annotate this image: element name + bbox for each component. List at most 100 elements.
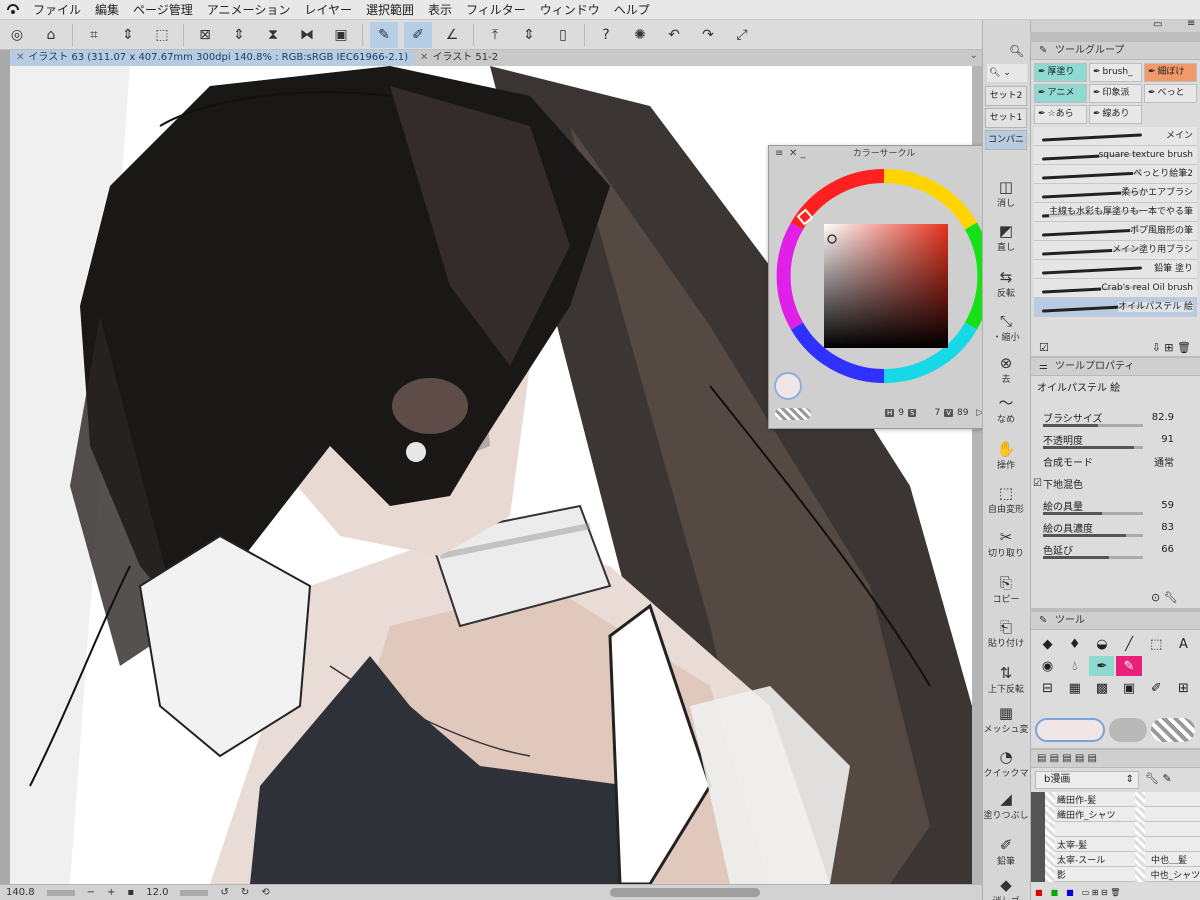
- command-10[interactable]: ⎗ 貼り付け: [983, 618, 1029, 649]
- layer-panel-tabs[interactable]: ▤ ▤ ▤ ▤ ▤: [1031, 750, 1200, 768]
- save-cloud-icon[interactable]: ⌂: [37, 22, 65, 48]
- brush-item[interactable]: Crab's real Oil brush: [1034, 279, 1197, 298]
- redo-icon[interactable]: ↷: [694, 22, 722, 48]
- duplicate-icon[interactable]: ⇩ ⊞ 🗑︎: [1152, 341, 1191, 354]
- main-color-swatch[interactable]: [1035, 718, 1105, 742]
- group-ara[interactable]: ✒ ☆あら: [1034, 105, 1087, 124]
- rotate-left-icon[interactable]: ↺: [220, 887, 228, 898]
- selection-tool-icon[interactable]: ⬚: [1144, 634, 1169, 654]
- stamp-tool-icon[interactable]: ▣: [1116, 678, 1141, 698]
- airbrush-tool-icon[interactable]: ♦: [1062, 634, 1087, 654]
- hue-ring[interactable]: [769, 164, 999, 404]
- group-line[interactable]: ✒ 線あり: [1089, 105, 1142, 124]
- property-value[interactable]: 83: [1161, 522, 1174, 533]
- pencil-tool-icon[interactable]: ✐: [1144, 678, 1169, 698]
- reset-icon[interactable]: ⊙: [1151, 591, 1160, 604]
- menu-page[interactable]: ページ管理: [126, 0, 200, 20]
- red-color-icon[interactable]: ■: [1035, 888, 1043, 900]
- group-brush[interactable]: ✒ brush_: [1089, 63, 1142, 82]
- set-tab-companion[interactable]: コンパニ: [985, 130, 1027, 150]
- angle-value[interactable]: 12.0: [146, 887, 168, 898]
- command-12[interactable]: ▦ メッシュ変: [983, 704, 1029, 735]
- device-icon[interactable]: ▭: [1153, 19, 1162, 30]
- eye-tool-icon[interactable]: ◉: [1035, 656, 1060, 676]
- zoom-in-button[interactable]: +: [107, 887, 115, 898]
- menu-filter[interactable]: フィルター: [459, 0, 533, 20]
- eraser-tool-icon[interactable]: ◆: [1035, 634, 1060, 654]
- fill-tool-icon[interactable]: ◒: [1089, 634, 1114, 654]
- command-4[interactable]: ⊗ 去: [983, 354, 1029, 385]
- transparent-color-swatch[interactable]: [775, 408, 811, 420]
- transparent-swatch[interactable]: [1151, 718, 1195, 742]
- brush-item[interactable]: 柔らかエアブラシ: [1034, 184, 1197, 203]
- mix-checkbox[interactable]: ☑: [1033, 478, 1042, 489]
- property-value[interactable]: 59: [1161, 500, 1174, 511]
- property-slider[interactable]: [1043, 446, 1143, 449]
- color-circle-titlebar[interactable]: ≡ ✕ _ カラーサークル: [769, 146, 999, 162]
- layer-row[interactable]: 太宰-スール 中也＿髪: [1031, 851, 1200, 867]
- menu-file[interactable]: ファイル: [26, 0, 88, 20]
- zoom-out-button[interactable]: −: [87, 887, 95, 898]
- menu-help[interactable]: ヘルプ: [607, 0, 657, 20]
- property-slider[interactable]: [1043, 512, 1143, 515]
- tab-illust-51[interactable]: ✕ イラスト 51-2: [414, 50, 504, 66]
- rotate-reset2-icon[interactable]: ⟲: [261, 887, 269, 898]
- property-row[interactable]: 絵の具濃度 83: [1031, 516, 1200, 538]
- property-row[interactable]: 色延び 66: [1031, 538, 1200, 560]
- tool-panel-header[interactable]: ✎ ツール: [1031, 612, 1200, 630]
- rotate-reset-icon[interactable]: ▪: [127, 887, 134, 898]
- zoom-value[interactable]: 140.8: [6, 887, 35, 898]
- layer-visibility-icon[interactable]: [1031, 806, 1045, 822]
- command-8[interactable]: ✂ 切り取り: [983, 528, 1029, 559]
- group-anime[interactable]: ✒ アニメ: [1034, 84, 1087, 103]
- layer-visibility-icon[interactable]: [1031, 791, 1045, 807]
- command-7[interactable]: ⬚ 自由変形: [983, 484, 1029, 515]
- horizontal-scroll-thumb[interactable]: [610, 888, 760, 897]
- property-value[interactable]: 82.9: [1152, 412, 1174, 423]
- brush-item[interactable]: オイルパステル 絵: [1034, 298, 1197, 317]
- command-9[interactable]: ⎘ コピー: [983, 574, 1029, 605]
- layer-tab-icon[interactable]: ▤ ▤ ▤ ▤ ▤: [1037, 753, 1097, 764]
- deselect-icon[interactable]: ⬚: [148, 22, 176, 48]
- command-5[interactable]: 〜なめ: [983, 394, 1029, 425]
- layer-row[interactable]: 織田作_シャツ: [1031, 806, 1200, 822]
- zoom-slider[interactable]: [46, 889, 75, 896]
- clip-studio-icon[interactable]: ◎: [3, 22, 31, 48]
- command-11[interactable]: ⇅ 上下反転: [983, 664, 1029, 695]
- command-15[interactable]: ✐ 鉛筆: [983, 836, 1029, 867]
- command-13[interactable]: ◔ クイックマ: [983, 748, 1029, 779]
- layer-row[interactable]: 織田作-髪: [1031, 791, 1200, 807]
- pattern-tool-icon[interactable]: ▦: [1062, 678, 1087, 698]
- angle-slider[interactable]: [180, 889, 209, 896]
- command-14[interactable]: ◢ 塗りつぶし: [983, 790, 1029, 821]
- close-icon[interactable]: ✕: [420, 52, 428, 63]
- search-icon[interactable]: 🔍︎: [1009, 44, 1024, 58]
- current-color-swatch[interactable]: [774, 372, 802, 400]
- layer-row[interactable]: 影 中也_シャツ: [1031, 866, 1200, 882]
- undo-icon[interactable]: ↶: [660, 22, 688, 48]
- command-0[interactable]: ◫ 消し: [983, 178, 1029, 209]
- tool-group-header[interactable]: ✎ ツールグループ: [1031, 42, 1200, 60]
- property-value[interactable]: 66: [1161, 544, 1174, 555]
- menu-selection[interactable]: 選択範囲: [359, 0, 421, 20]
- search-dropdown[interactable]: 🔍︎ ⌄: [987, 64, 1027, 82]
- wrench-icon[interactable]: 🔧︎ ✎: [1145, 772, 1172, 785]
- property-row[interactable]: 合成モード 通常: [1031, 450, 1200, 472]
- close-icon[interactable]: ✕ _: [789, 146, 806, 162]
- layer-visibility-icon[interactable]: [1031, 851, 1045, 867]
- brush-item[interactable]: べっとり絵筆2: [1034, 165, 1197, 184]
- menu-layer[interactable]: レイヤー: [297, 0, 359, 20]
- up-down-arrows-icon[interactable]: ⇕: [515, 22, 543, 48]
- group-impressionist[interactable]: ✒ 印象派: [1089, 84, 1142, 103]
- canvas-fit-icon[interactable]: ▣: [327, 22, 355, 48]
- fullscreen-icon[interactable]: ⤢: [728, 22, 756, 48]
- property-row[interactable]: 下地混色 ☑: [1031, 472, 1200, 494]
- layer-move-icon[interactable]: ⤒: [481, 22, 509, 48]
- brush-icon[interactable]: ✐: [404, 21, 432, 48]
- brush-item[interactable]: ポプ風扇形の筆: [1034, 222, 1197, 241]
- brush-item[interactable]: メイン: [1034, 127, 1197, 146]
- set-tab-2[interactable]: セット2: [985, 86, 1027, 106]
- flip-vertical-icon[interactable]: ⧗: [259, 22, 287, 48]
- layer-row[interactable]: 太宰-髪: [1031, 836, 1200, 852]
- property-row[interactable]: 不透明度 91: [1031, 428, 1200, 450]
